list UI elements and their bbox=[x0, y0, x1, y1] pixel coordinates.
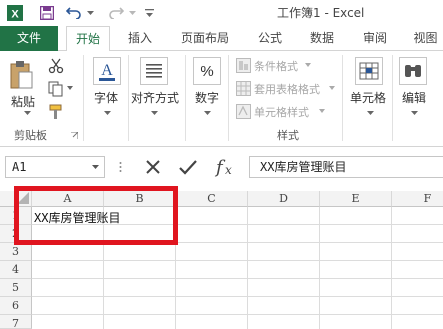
clipboard-group-label: 剪贴板 bbox=[14, 129, 47, 142]
tab-review[interactable]: 审阅 bbox=[357, 26, 393, 51]
tab-insert[interactable]: 插入 bbox=[120, 26, 160, 51]
window-title: 工作簿1 - Excel bbox=[277, 6, 365, 20]
alignment-button[interactable]: 对齐方式 bbox=[131, 89, 179, 106]
svg-text:A: A bbox=[101, 62, 113, 79]
styles-group-label: 样式 bbox=[277, 129, 299, 142]
clipboard-launcher-icon[interactable] bbox=[70, 131, 78, 139]
conditional-format-dropdown-icon[interactable] bbox=[304, 62, 312, 68]
save-icon[interactable] bbox=[38, 4, 56, 22]
font-icon[interactable]: A bbox=[93, 57, 121, 85]
paste-dropdown-icon[interactable] bbox=[22, 109, 32, 117]
ribbon: 粘贴 剪贴板 A 字体 对齐方式 % 数字 条件格式 套用表格格式 单元格样式 … bbox=[0, 51, 443, 147]
row-header[interactable]: 7 bbox=[0, 315, 32, 329]
format-as-table-button[interactable]: 套用表格格式 bbox=[254, 81, 320, 97]
paste-button[interactable]: 粘贴 bbox=[11, 93, 35, 110]
tab-formulas[interactable]: 公式 bbox=[252, 26, 288, 51]
tab-page-layout[interactable]: 页面布局 bbox=[176, 26, 234, 51]
column-header[interactable]: C bbox=[176, 191, 248, 207]
row-header[interactable]: 4 bbox=[0, 261, 32, 279]
svg-text:%: % bbox=[200, 63, 213, 80]
number-dropdown-icon[interactable] bbox=[202, 109, 212, 117]
font-dropdown-icon[interactable] bbox=[102, 109, 112, 117]
alignment-icon[interactable] bbox=[140, 57, 168, 85]
alignment-dropdown-icon[interactable] bbox=[149, 109, 159, 117]
row-header[interactable]: 5 bbox=[0, 279, 32, 297]
format-painter-icon[interactable] bbox=[47, 103, 65, 121]
find-icon[interactable] bbox=[399, 57, 427, 85]
formula-input[interactable]: XX库房管理账目 bbox=[249, 156, 443, 178]
format-as-table-dropdown-icon[interactable] bbox=[328, 85, 336, 91]
editing-button[interactable]: 编辑 bbox=[402, 89, 426, 106]
highlight-annotation bbox=[14, 186, 178, 245]
cut-icon[interactable] bbox=[47, 57, 65, 75]
copy-dropdown-icon[interactable] bbox=[66, 84, 74, 92]
column-header[interactable]: F bbox=[392, 191, 443, 207]
copy-icon[interactable] bbox=[47, 80, 65, 98]
font-button[interactable]: 字体 bbox=[94, 89, 118, 106]
title-bar: X 工作簿1 - Excel bbox=[0, 0, 443, 26]
cancel-icon[interactable] bbox=[141, 157, 165, 177]
excel-logo-icon[interactable]: X bbox=[6, 4, 24, 22]
redo-dropdown-icon[interactable] bbox=[127, 4, 137, 22]
redo-icon[interactable] bbox=[106, 4, 126, 22]
number-button[interactable]: 数字 bbox=[195, 89, 219, 106]
column-header[interactable]: E bbox=[320, 191, 392, 207]
editing-dropdown-icon[interactable] bbox=[409, 109, 419, 117]
svg-text:X: X bbox=[11, 9, 19, 21]
cell-styles-icon[interactable] bbox=[235, 103, 251, 119]
tab-home[interactable]: 开始 bbox=[66, 26, 110, 52]
tab-view[interactable]: 视图 bbox=[408, 26, 443, 51]
enter-icon[interactable] bbox=[176, 157, 200, 177]
cells-button[interactable]: 单元格 bbox=[350, 89, 386, 106]
ribbon-tabs: 文件 开始 插入 页面布局 公式 数据 审阅 视图 bbox=[0, 26, 443, 52]
percent-icon[interactable]: % bbox=[193, 57, 221, 85]
cell-styles-dropdown-icon[interactable] bbox=[318, 108, 326, 114]
cells-dropdown-icon[interactable] bbox=[365, 109, 375, 117]
formula-bar: A1 fx XX库房管理账目 bbox=[0, 153, 443, 181]
formula-bar-grip-icon[interactable] bbox=[117, 159, 123, 175]
conditional-format-icon[interactable] bbox=[235, 57, 251, 73]
format-as-table-icon[interactable] bbox=[235, 80, 251, 96]
conditional-format-button[interactable]: 条件格式 bbox=[254, 58, 298, 74]
insert-function-icon[interactable]: fx bbox=[213, 155, 241, 179]
cell-styles-button[interactable]: 单元格样式 bbox=[254, 104, 309, 120]
column-header[interactable]: D bbox=[248, 191, 320, 207]
row-header[interactable]: 3 bbox=[0, 243, 32, 261]
undo-icon[interactable] bbox=[64, 4, 84, 22]
cells-icon[interactable] bbox=[355, 57, 383, 85]
name-box-dropdown-icon[interactable] bbox=[90, 163, 100, 171]
svg-text:x: x bbox=[225, 163, 232, 177]
undo-dropdown-icon[interactable] bbox=[85, 4, 95, 22]
tab-data[interactable]: 数据 bbox=[304, 26, 340, 51]
tab-file[interactable]: 文件 bbox=[0, 26, 58, 51]
customize-qat-icon[interactable] bbox=[142, 4, 156, 22]
row-header[interactable]: 6 bbox=[0, 297, 32, 315]
paste-icon[interactable] bbox=[8, 59, 34, 91]
